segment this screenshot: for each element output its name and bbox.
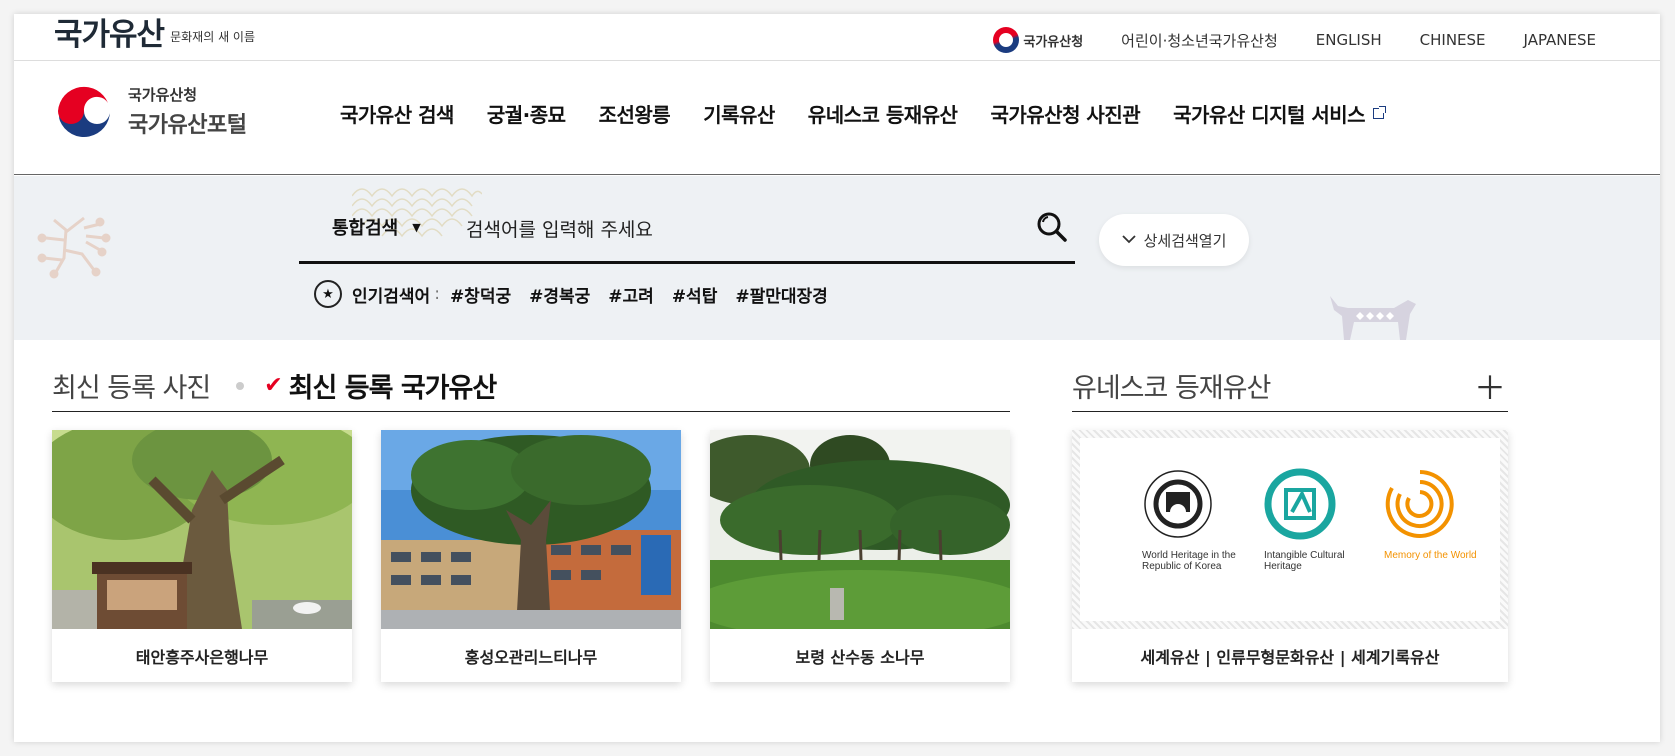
unesco-heading: 유네스코 등재유산 ＋ bbox=[1072, 360, 1508, 412]
search-scope-dropdown[interactable]: 통합검색 ▼ bbox=[332, 214, 421, 240]
search-icon bbox=[1037, 212, 1067, 242]
unesco-card[interactable]: World Heritage in the Republic of Korea … bbox=[1072, 430, 1508, 682]
popular-tag[interactable]: #석탑 bbox=[672, 282, 718, 307]
detail-search-label: 상세검색열기 bbox=[1143, 231, 1227, 250]
nav-item-royal-tombs[interactable]: 조선왕릉 bbox=[599, 99, 671, 128]
logo-text: 국가유산청 국가유산포털 bbox=[128, 84, 247, 139]
portal-logo[interactable]: 국가유산청 국가유산포털 bbox=[54, 81, 247, 141]
more-plus-icon[interactable]: ＋ bbox=[1474, 363, 1506, 409]
search-scope-label: 통합검색 bbox=[332, 218, 399, 239]
world-heritage-emblem-icon bbox=[1144, 470, 1212, 538]
utility-links: 국가유산청 어린이·청소년국가유산청 ENGLISH CHINESE JAPAN… bbox=[993, 27, 1596, 53]
decorative-emblem-icon bbox=[37, 216, 111, 279]
page: 국가유산 문화재의 새 이름 국가유산청 어린이·청소년국가유산청 ENGLIS… bbox=[14, 14, 1660, 742]
gov-link[interactable]: 국가유산청 bbox=[993, 27, 1083, 53]
colon-separator: : bbox=[434, 284, 440, 304]
heritage-card[interactable]: 홍성오관리느티나무 bbox=[381, 430, 681, 682]
latest-tabs: 최신 등록 사진 ✔ 최신 등록 국가유산 bbox=[52, 360, 1010, 412]
ginkgo-tree-photo bbox=[52, 430, 352, 629]
external-link-icon bbox=[1373, 106, 1387, 119]
nav-item-digital-service[interactable]: 국가유산 디지털 서비스 bbox=[1173, 99, 1387, 128]
check-icon: ✔ bbox=[264, 373, 283, 398]
search-bar: 통합검색 ▼ bbox=[299, 200, 1075, 264]
nav-item-documentary[interactable]: 기록유산 bbox=[703, 99, 775, 128]
card-caption: 태안흥주사은행나무 bbox=[135, 647, 269, 667]
taeguk-logo-icon bbox=[54, 81, 114, 141]
popular-tag[interactable]: #창덕궁 bbox=[450, 282, 511, 307]
popular-keywords: ★ 인기검색어 : #창덕궁 #경복궁 #고려 #석탑 #팔만대장경 bbox=[314, 280, 846, 308]
popular-label: 인기검색어 bbox=[352, 286, 431, 307]
heritage-card[interactable]: 태안흥주사은행나무 bbox=[52, 430, 352, 682]
logo-line1: 국가유산청 bbox=[128, 85, 198, 104]
unesco-logos-panel: World Heritage in the Republic of Korea … bbox=[1080, 438, 1500, 621]
nav-item-palaces[interactable]: 궁궐·종묘 bbox=[487, 99, 566, 128]
memory-of-world-logo[interactable]: Memory of the World bbox=[1384, 468, 1494, 561]
tab-latest-photos[interactable]: 최신 등록 사진 bbox=[52, 366, 211, 405]
brand-small-text: 문화재의 새 이름 bbox=[170, 30, 256, 44]
main-header: 국가유산청 국가유산포털 국가유산 검색 궁궐·종묘 조선왕릉 기록유산 유네스… bbox=[14, 61, 1660, 175]
kids-link[interactable]: 어린이·청소년국가유산청 bbox=[1121, 30, 1278, 51]
detail-search-button[interactable]: 상세검색열기 bbox=[1099, 214, 1249, 266]
nav-item-digital-label: 국가유산 디지털 서비스 bbox=[1173, 103, 1366, 127]
card-caption: 홍성오관리느티나무 bbox=[464, 647, 598, 667]
intangible-heritage-logo[interactable]: Intangible Cultural Heritage bbox=[1264, 468, 1374, 572]
gov-link-label: 국가유산청 bbox=[1023, 34, 1084, 50]
utility-bar: 국가유산 문화재의 새 이름 국가유산청 어린이·청소년국가유산청 ENGLIS… bbox=[14, 14, 1660, 61]
chevron-down-icon bbox=[1121, 233, 1136, 247]
search-band: 통합검색 ▼ 상세검색열기 ★ 인기검색어 : #창덕궁 #경복 bbox=[14, 176, 1660, 340]
card-caption: 보령 산수동 소나무 bbox=[795, 647, 925, 667]
caret-down-icon: ▼ bbox=[412, 220, 421, 234]
popular-tag[interactable]: #경복궁 bbox=[529, 282, 590, 307]
tab-divider-dot bbox=[236, 381, 245, 390]
search-button[interactable] bbox=[1035, 211, 1069, 245]
star-badge-icon: ★ bbox=[314, 280, 342, 308]
unesco-title: 유네스코 등재유산 bbox=[1072, 373, 1271, 404]
tab-latest-heritage[interactable]: 최신 등록 국가유산 bbox=[289, 366, 498, 405]
intangible-heritage-emblem-icon bbox=[1264, 468, 1336, 540]
memory-of-world-emblem-icon bbox=[1385, 470, 1454, 538]
brand-big-text: 국가유산 bbox=[54, 17, 165, 53]
zelkova-tree-photo bbox=[381, 430, 681, 629]
main-nav: 국가유산 검색 궁궐·종묘 조선왕릉 기록유산 유네스코 등재유산 국가유산청 … bbox=[340, 99, 1387, 128]
heritage-card[interactable]: 보령 산수동 소나무 bbox=[710, 430, 1010, 682]
goat-illustration-icon bbox=[1330, 296, 1416, 340]
popular-tag[interactable]: #고려 bbox=[608, 282, 654, 307]
chinese-link[interactable]: CHINESE bbox=[1420, 31, 1486, 49]
world-heritage-label: World Heritage in the Republic of Korea bbox=[1142, 550, 1236, 572]
pine-tree-photo bbox=[710, 430, 1010, 629]
popular-tag[interactable]: #팔만대장경 bbox=[735, 282, 827, 307]
intangible-heritage-label: Intangible Cultural Heritage bbox=[1264, 550, 1345, 572]
memory-of-world-label: Memory of the World bbox=[1384, 550, 1477, 561]
japanese-link[interactable]: JAPANESE bbox=[1524, 31, 1596, 49]
unesco-caption: 세계유산 | 인류무형문화유산 | 세계기록유산 bbox=[1140, 647, 1440, 667]
brand-new-name[interactable]: 국가유산 문화재의 새 이름 bbox=[54, 18, 255, 52]
search-input[interactable] bbox=[466, 210, 1006, 250]
nav-item-unesco[interactable]: 유네스코 등재유산 bbox=[808, 99, 958, 128]
world-heritage-logo[interactable]: World Heritage in the Republic of Korea bbox=[1142, 468, 1252, 572]
taeguk-icon bbox=[993, 27, 1020, 53]
logo-line2: 국가유산포털 bbox=[128, 112, 247, 138]
nav-item-photo-gallery[interactable]: 국가유산청 사진관 bbox=[990, 99, 1140, 128]
nav-item-search[interactable]: 국가유산 검색 bbox=[340, 99, 454, 128]
english-link[interactable]: ENGLISH bbox=[1316, 31, 1382, 49]
